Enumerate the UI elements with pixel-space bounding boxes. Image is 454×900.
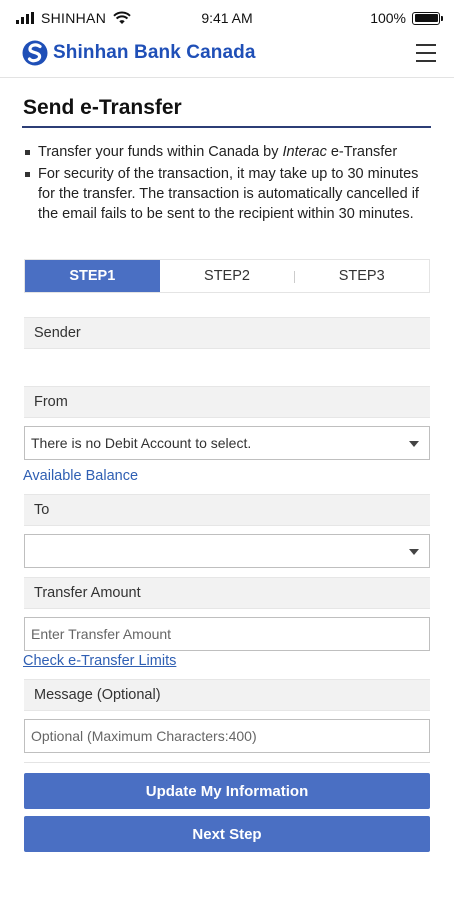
step-1-tab[interactable]: STEP1	[25, 260, 160, 292]
title-underline	[22, 126, 431, 128]
transfer-amount-label: Transfer Amount	[24, 577, 430, 609]
sender-label: Sender	[24, 317, 430, 349]
hamburger-menu-icon[interactable]	[416, 44, 436, 62]
step-label: STEP2	[204, 268, 250, 284]
to-recipient-select[interactable]	[24, 534, 430, 568]
from-account-value: There is no Debit Account to select.	[31, 435, 252, 451]
step-label: STEP3	[338, 268, 385, 284]
battery-percent: 100%	[370, 10, 406, 26]
step-indicator: STEP1 STEP2 STEP3	[24, 259, 430, 293]
step-2-tab[interactable]: STEP2	[160, 260, 295, 292]
dropdown-arrow-icon	[409, 441, 419, 447]
step-label: STEP1	[69, 268, 116, 284]
next-step-button[interactable]: Next Step	[24, 816, 430, 852]
transfer-amount-input[interactable]	[24, 617, 430, 651]
note-item: For security of the transaction, it may …	[24, 164, 428, 224]
available-balance-link[interactable]: Available Balance	[23, 468, 138, 484]
battery-fill	[414, 14, 438, 22]
to-label: To	[24, 494, 430, 526]
note-text: For security of the transaction, it may …	[38, 166, 419, 222]
check-limits-link[interactable]: Check e-Transfer Limits	[23, 653, 176, 669]
brand-logo[interactable]: Shinhan Bank Canada	[22, 40, 256, 66]
brand-name: Shinhan Bank Canada	[53, 42, 256, 63]
info-notes: Transfer your funds within Canada by Int…	[24, 142, 428, 226]
battery-icon	[412, 11, 443, 25]
note-text: Transfer your funds within Canada by	[38, 144, 283, 160]
update-information-button[interactable]: Update My Information	[24, 773, 430, 809]
step-divider	[294, 271, 296, 283]
note-text: e-Transfer	[326, 144, 398, 160]
shinhan-logo-icon	[22, 40, 48, 66]
message-input[interactable]	[24, 719, 430, 753]
status-bar: SHINHAN 9:41 AM 100%	[0, 0, 454, 36]
note-item: Transfer your funds within Canada by Int…	[24, 142, 428, 162]
dropdown-arrow-icon	[409, 549, 419, 555]
from-account-select[interactable]: There is no Debit Account to select.	[24, 426, 430, 460]
interac-text: Interac	[282, 144, 327, 160]
status-right: 100%	[370, 10, 443, 26]
app-header: Shinhan Bank Canada	[0, 36, 454, 78]
page-title: Send e-Transfer	[23, 96, 182, 119]
step-3-tab[interactable]: STEP3	[294, 260, 429, 292]
message-label: Message (Optional)	[24, 679, 430, 711]
form-divider	[24, 762, 430, 763]
from-label: From	[24, 386, 430, 418]
